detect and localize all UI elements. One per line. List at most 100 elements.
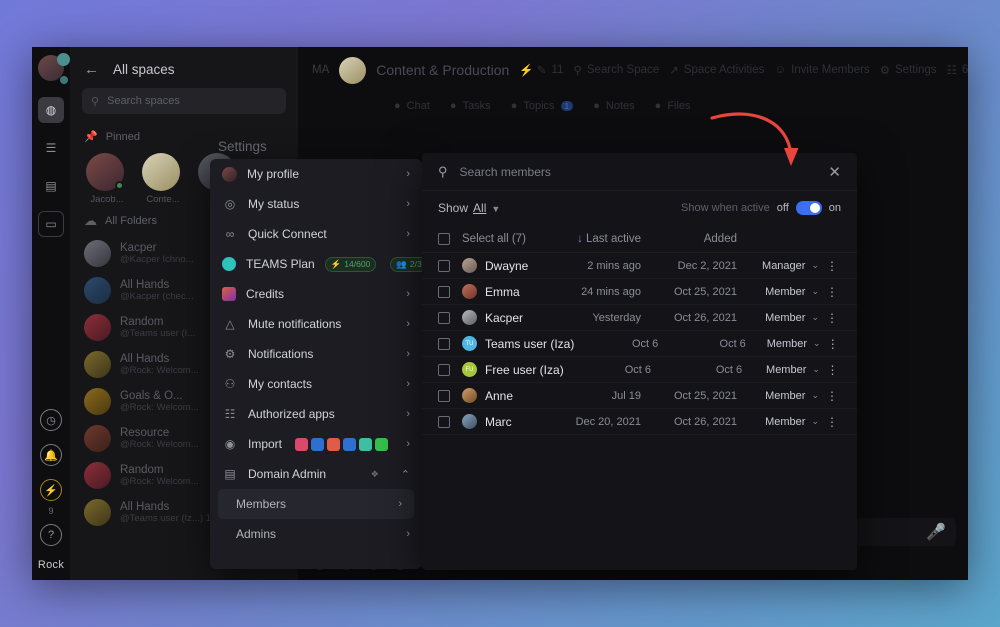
import-icon-clickup[interactable] [359, 437, 373, 451]
show-when-active-toggle[interactable] [795, 201, 822, 215]
space-item-avatar [84, 499, 111, 526]
search-space-button[interactable]: ⚲ Search Space [573, 63, 659, 77]
row-checkbox[interactable] [438, 285, 450, 298]
row-menu-button[interactable]: ⋮ [823, 415, 841, 429]
status-icon: ◎ [222, 197, 238, 211]
settings-item-import[interactable]: ◉ Import › [210, 429, 422, 459]
space-activities-button[interactable]: ↗ Space Activities [669, 63, 764, 77]
rail-spaces-icon[interactable]: ◍ [38, 97, 64, 123]
member-added: Dec 2, 2021 [677, 259, 737, 272]
table-row[interactable]: Emma 24 mins ago Oct 25, 2021 Member ⌄ ⋮ [422, 279, 857, 305]
back-arrow-icon[interactable]: ← [84, 61, 99, 78]
row-checkbox[interactable] [438, 363, 450, 376]
members-search-input[interactable]: Search members [460, 165, 817, 179]
member-role-dropdown[interactable]: Member ⌄ [737, 416, 823, 428]
table-row[interactable]: Dwayne 2 mins ago Dec 2, 2021 Manager ⌄ ⋮ [422, 253, 857, 279]
space-member-count[interactable]: ☷ 6 [947, 63, 968, 77]
plan-seats-value: 2/30 [409, 259, 422, 269]
last-active-column[interactable]: ↓ Last active [549, 233, 641, 245]
tab-label: Topics [523, 100, 555, 112]
tab-icon: ● [510, 100, 518, 112]
history-icon[interactable]: ◷ [40, 409, 62, 431]
member-role-dropdown[interactable]: Member ⌄ [737, 286, 823, 298]
settings-subitem-members[interactable]: Members › [218, 489, 414, 519]
import-icon-slack[interactable] [295, 437, 309, 451]
row-menu-button[interactable]: ⋮ [823, 389, 841, 403]
table-row[interactable]: FU Free user (Iza) Oct 6 Oct 6 Member ⌄ ⋮ [422, 357, 857, 383]
pinned-space[interactable]: Conte... [142, 153, 184, 205]
import-icon-whatsapp[interactable] [375, 437, 389, 451]
space-search-input[interactable]: ⚲ Search spaces [82, 88, 286, 114]
import-icon-asana[interactable] [327, 437, 341, 451]
space-settings-button[interactable]: ⚙ Settings [880, 63, 937, 77]
row-menu-button[interactable]: ⋮ [823, 259, 841, 273]
row-menu-button[interactable]: ⋮ [824, 363, 841, 377]
chevron-icon: › [406, 408, 410, 420]
settings-item-my-profile[interactable]: My profile › [210, 159, 422, 189]
settings-item-credits[interactable]: Credits › [210, 279, 422, 309]
help-icon[interactable]: ? [40, 524, 62, 546]
table-row[interactable]: Marc Dec 20, 2021 Oct 26, 2021 Member ⌄ ⋮ [422, 409, 857, 435]
rail-notes-icon[interactable]: ▤ [38, 173, 64, 199]
rail-chats-icon[interactable]: ☰ [38, 135, 64, 161]
row-checkbox[interactable] [438, 259, 450, 272]
domain-admin-icon: ▤ [222, 467, 238, 481]
member-name: Free user (Iza) [485, 362, 564, 377]
import-icon-todoist[interactable] [343, 437, 357, 451]
chevron-icon: › [406, 378, 410, 390]
settings-item-authorized-apps[interactable]: ☷ Authorized apps › [210, 399, 422, 429]
rail-meetings-icon[interactable]: ▭ [38, 211, 64, 237]
tab-files[interactable]: ● Files [655, 100, 691, 112]
contacts-icon-glyph: ⚇ [224, 377, 236, 391]
select-all-checkbox[interactable] [438, 232, 450, 245]
table-row[interactable]: Anne Jul 19 Oct 25, 2021 Member ⌄ ⋮ [422, 383, 857, 409]
member-role-dropdown[interactable]: Member ⌄ [746, 338, 825, 350]
settings-item-teams-plan[interactable]: TEAMS Plan⚡14/600👥2/30› [210, 249, 422, 279]
row-checkbox[interactable] [438, 415, 450, 428]
settings-item-domain-admin[interactable]: ▤ Domain Admin ❖ ⌃ [210, 459, 422, 489]
space-item-title: Goals & O... [120, 390, 183, 402]
invite-members-button[interactable]: ☺ Invite Members [774, 64, 869, 76]
space-members-badge[interactable]: ⚡ ✎ 11 [519, 63, 563, 77]
settings-item-mute-notifications[interactable]: △ Mute notifications › [210, 309, 422, 339]
row-checkbox[interactable] [438, 337, 450, 350]
settings-item-notifications[interactable]: ⚙ Notifications › [210, 339, 422, 369]
settings-item-quick-connect[interactable]: ∞ Quick Connect › [210, 219, 422, 249]
import-icon-trello[interactable] [311, 437, 325, 451]
row-checkbox[interactable] [438, 389, 450, 402]
space-item-avatar [84, 240, 111, 267]
bell-icon[interactable]: 🔔 [40, 444, 62, 466]
row-menu-button[interactable]: ⋮ [823, 311, 841, 325]
added-column[interactable]: Added [641, 233, 737, 245]
tab-notes[interactable]: ● Notes [593, 100, 634, 112]
chevron-icon: › [406, 198, 410, 210]
table-row[interactable]: Kacper Yesterday Oct 26, 2021 Member ⌄ ⋮ [422, 305, 857, 331]
settings-item-my-contacts[interactable]: ⚇ My contacts › [210, 369, 422, 399]
boost-icon[interactable]: ⚡ [40, 479, 62, 501]
close-icon[interactable]: ✕ [828, 163, 841, 181]
show-filter[interactable]: Show All ▼ [438, 201, 500, 215]
settings-item-my-status[interactable]: ◎ My status › [210, 189, 422, 219]
status-icon-glyph: ◎ [224, 197, 236, 211]
row-menu-button[interactable]: ⋮ [823, 285, 841, 299]
member-role-dropdown[interactable]: Member ⌄ [742, 364, 824, 376]
row-checkbox[interactable] [438, 311, 450, 324]
settings-subitem-admins[interactable]: Admins › [210, 519, 422, 549]
tab-chat[interactable]: ● Chat [394, 100, 430, 112]
pinned-label-text: Pinned [105, 130, 140, 143]
import-icon-glyph: ◉ [224, 437, 236, 451]
member-role-dropdown[interactable]: Manager ⌄ [737, 260, 823, 272]
space-item-title: Resource [120, 427, 170, 439]
space-item-text: Random @Teams user (I... [120, 316, 195, 339]
member-role-dropdown[interactable]: Member ⌄ [737, 312, 823, 324]
user-avatar[interactable] [38, 53, 70, 84]
space-item-subtitle: @Rock: Welcom... [120, 476, 199, 487]
pinned-space[interactable]: Jacob... [86, 153, 128, 205]
microphone-icon[interactable]: 🎤 [926, 522, 946, 542]
tab-icon: ● [449, 100, 457, 112]
row-menu-button[interactable]: ⋮ [825, 337, 841, 351]
member-role-dropdown[interactable]: Member ⌄ [737, 390, 823, 402]
table-row[interactable]: TU Teams user (Iza) Oct 6 Oct 6 Member ⌄ ⋮ [422, 331, 857, 357]
tab-topics[interactable]: ● Topics 1 [511, 100, 574, 112]
tab-tasks[interactable]: ● Tasks [450, 100, 491, 112]
